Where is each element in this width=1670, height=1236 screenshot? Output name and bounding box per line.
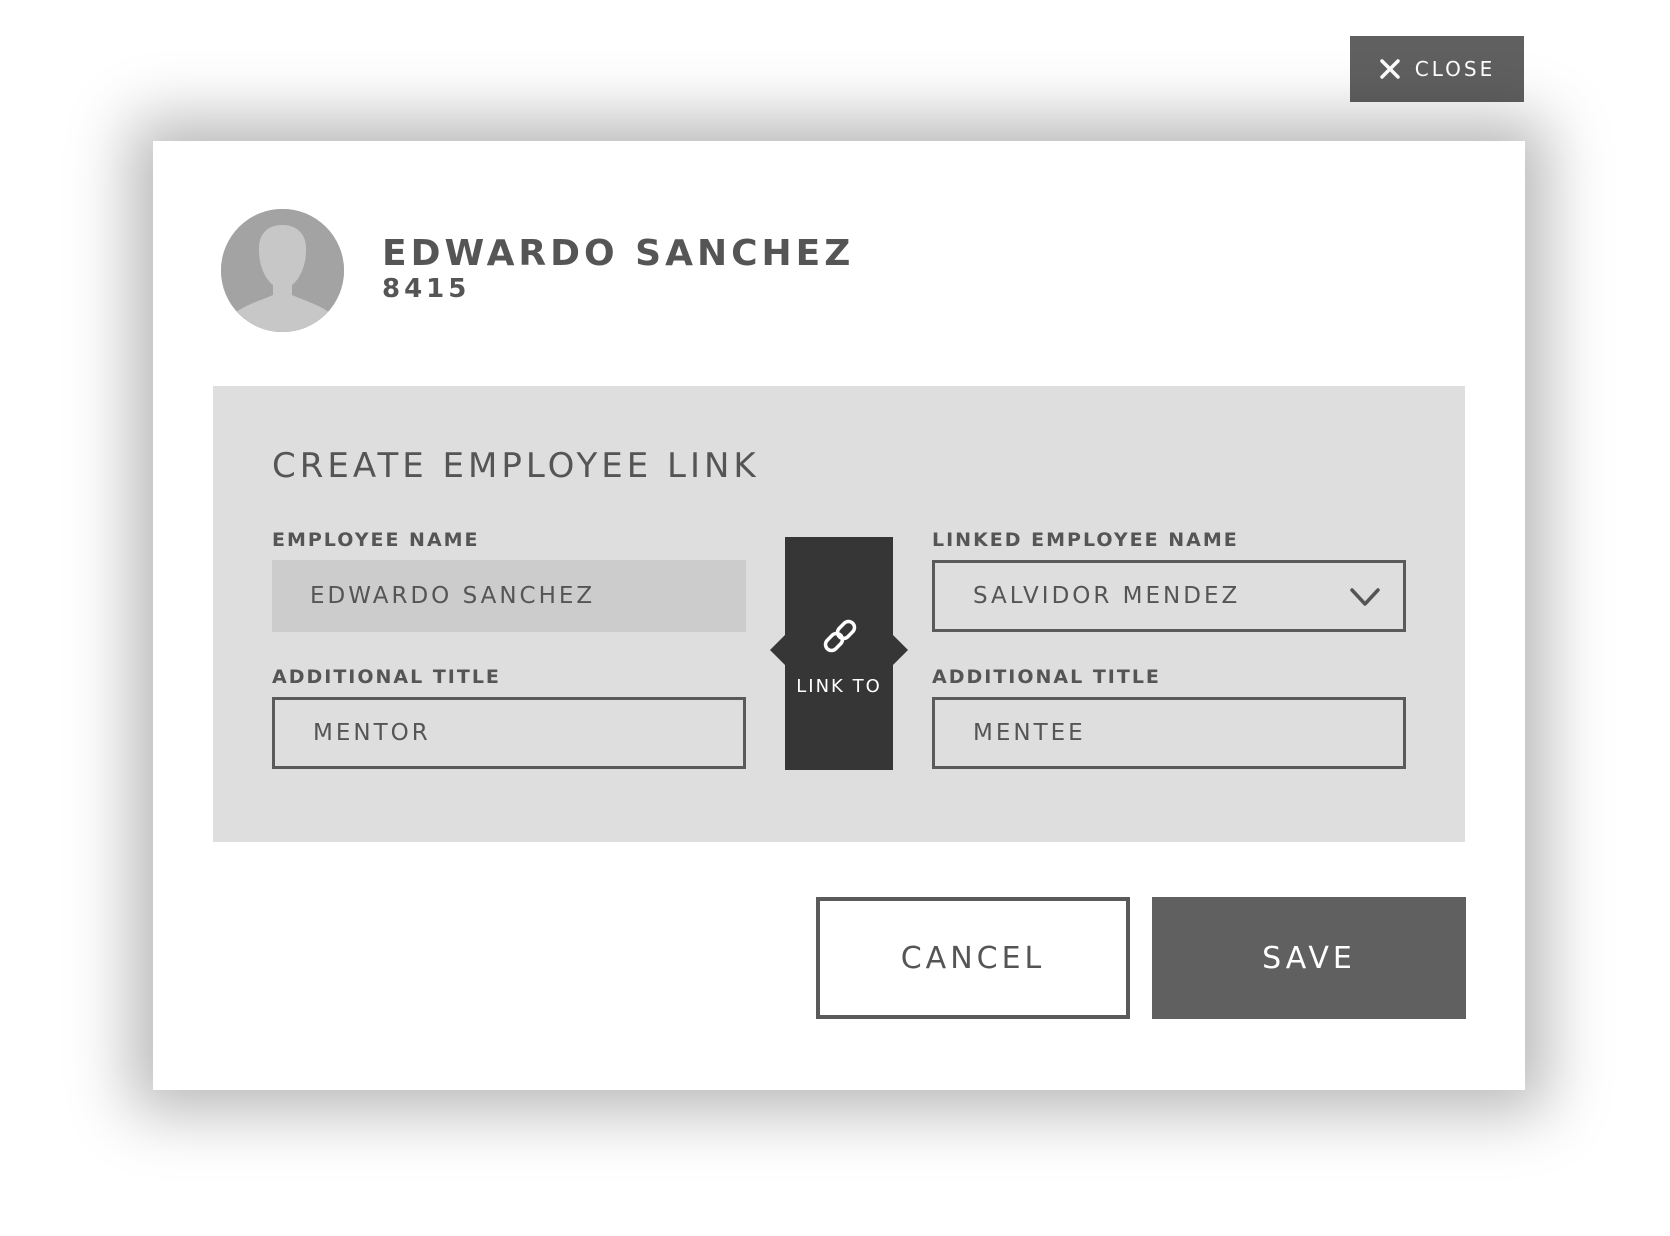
employee-link-dialog: EDWARDO SANCHEZ 8415 CREATE EMPLOYEE LIN… bbox=[153, 141, 1525, 1090]
create-link-panel: CREATE EMPLOYEE LINK EMPLOYEE NAME EDWAR… bbox=[213, 386, 1465, 842]
linked-employee-name-label: LINKED EMPLOYEE NAME bbox=[932, 529, 1239, 551]
linked-employee-select[interactable]: SALVIDOR MENDEZ bbox=[932, 560, 1406, 632]
badge-notch-right bbox=[893, 635, 908, 665]
close-label: CLOSE bbox=[1414, 57, 1496, 81]
chain-link-icon bbox=[823, 619, 857, 653]
linked-title-input[interactable]: MENTEE bbox=[932, 697, 1406, 769]
profile-name: EDWARDO SANCHEZ bbox=[382, 233, 855, 274]
employee-name-field: EDWARDO SANCHEZ bbox=[272, 560, 746, 632]
link-to-badge: LINK TO bbox=[770, 537, 908, 770]
link-to-label: LINK TO bbox=[796, 676, 882, 697]
avatar bbox=[221, 209, 344, 332]
close-button[interactable]: CLOSE bbox=[1350, 36, 1524, 102]
chevron-down-icon bbox=[1350, 588, 1380, 606]
save-button[interactable]: SAVE bbox=[1152, 897, 1466, 1019]
cancel-button[interactable]: CANCEL bbox=[816, 897, 1130, 1019]
employee-title-label: ADDITIONAL TITLE bbox=[272, 666, 501, 688]
linked-employee-value: SALVIDOR MENDEZ bbox=[973, 583, 1241, 609]
employee-title-input[interactable]: MENTOR bbox=[272, 697, 746, 769]
badge-notch-left bbox=[770, 635, 785, 665]
close-icon bbox=[1380, 59, 1400, 79]
panel-title: CREATE EMPLOYEE LINK bbox=[272, 446, 760, 486]
linked-title-label: ADDITIONAL TITLE bbox=[932, 666, 1161, 688]
employee-name-label: EMPLOYEE NAME bbox=[272, 529, 480, 551]
user-silhouette-icon bbox=[221, 209, 344, 332]
profile-id: 8415 bbox=[382, 274, 471, 304]
